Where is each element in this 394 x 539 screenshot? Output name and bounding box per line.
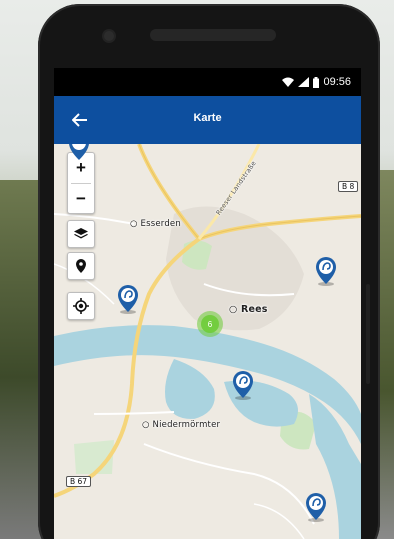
- road-shield-b8: B 8: [338, 181, 359, 192]
- layers-icon: [74, 228, 88, 239]
- map-view[interactable]: + − ○ Esserden ○ Rees ○ Niedermörmter Re…: [54, 144, 361, 539]
- status-bar: 09:56: [54, 68, 361, 96]
- earpiece-speaker: [150, 29, 276, 41]
- front-camera: [104, 31, 114, 41]
- place-name: Niedermörmter: [152, 420, 221, 430]
- side-button: [366, 284, 370, 384]
- page-title: Karte: [193, 112, 222, 124]
- place-name: Rees: [241, 304, 268, 315]
- my-location-button[interactable]: [67, 292, 95, 320]
- road-shield-b67: B 67: [66, 476, 92, 487]
- map-marker[interactable]: [117, 284, 139, 314]
- layers-button[interactable]: [67, 220, 95, 248]
- battery-icon: [313, 76, 320, 88]
- place-label-rees: ○ Rees: [229, 304, 268, 315]
- phone-screen: 09:56 Karte + − ○ Esserden ○ Rees ○ Nied…: [54, 68, 361, 539]
- cluster-count: 6: [201, 315, 219, 333]
- map-pin-icon: [76, 259, 86, 273]
- status-time: 09:56: [323, 76, 351, 88]
- signal-icon: [298, 77, 310, 87]
- map-marker[interactable]: [305, 492, 327, 522]
- map-marker[interactable]: [315, 256, 337, 286]
- zoom-out-button[interactable]: −: [68, 184, 94, 214]
- place-name: Esserden: [140, 219, 181, 229]
- wifi-icon: [282, 77, 295, 87]
- app-bar: Karte: [54, 96, 361, 144]
- place-label-niedermoermter: ○ Niedermörmter: [142, 420, 221, 430]
- place-label-esserden: ○ Esserden: [130, 219, 181, 229]
- crosshair-icon: [73, 298, 89, 314]
- marker-cluster[interactable]: 6: [197, 311, 223, 337]
- map-base: [54, 144, 361, 539]
- map-marker[interactable]: [232, 370, 254, 400]
- location-pin-button[interactable]: [67, 252, 95, 280]
- map-marker-partial[interactable]: [68, 144, 90, 162]
